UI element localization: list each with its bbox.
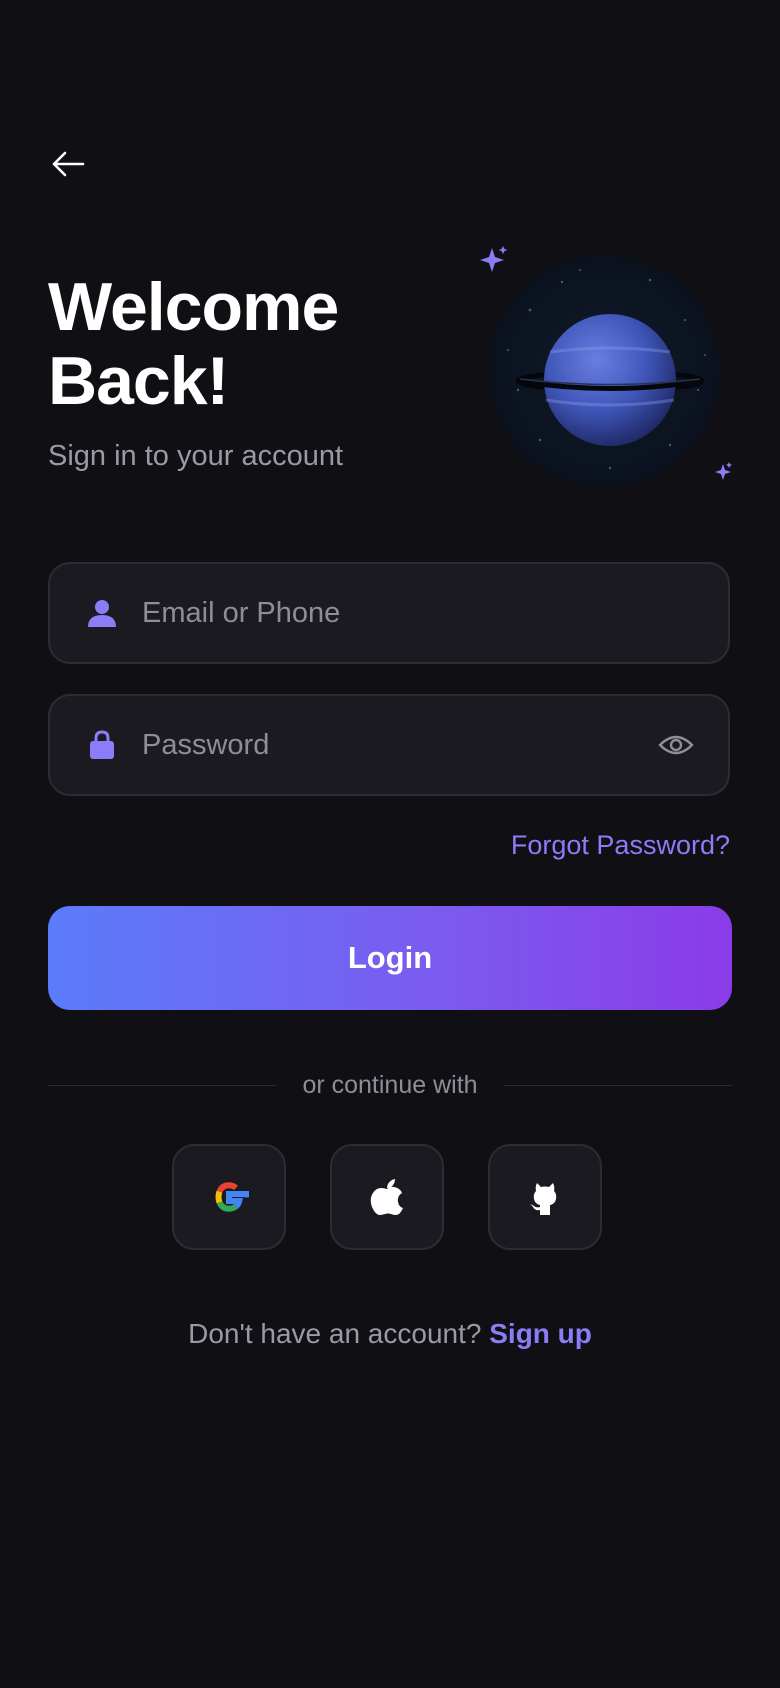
planet-illustration: [470, 240, 750, 490]
apple-icon: [370, 1179, 403, 1215]
login-screen: Welcome Back! Sign in to your account Em…: [0, 0, 780, 1688]
apple-login-button[interactable]: [330, 1144, 444, 1250]
login-button[interactable]: Login: [48, 906, 732, 1010]
sparkle-icon: [480, 246, 508, 272]
forgot-password-link[interactable]: Forgot Password?: [511, 830, 730, 861]
page-subtitle: Sign in to your account: [48, 440, 344, 472]
email-field[interactable]: Email or Phone: [48, 562, 730, 664]
signup-prompt: Don't have an account? Sign up: [0, 1318, 780, 1350]
arrow-left-icon: [52, 151, 85, 177]
divider: or continue with: [48, 1068, 733, 1102]
divider-line-right: [503, 1084, 733, 1086]
signup-prompt-text: Don't have an account?: [188, 1318, 482, 1349]
back-button[interactable]: [44, 140, 92, 188]
title-line-2: Back!: [48, 343, 229, 419]
github-login-button[interactable]: [488, 1144, 602, 1250]
eye-icon[interactable]: [654, 723, 698, 767]
signup-link[interactable]: Sign up: [489, 1318, 592, 1349]
lock-icon: [82, 725, 122, 765]
divider-line-left: [48, 1084, 277, 1086]
password-field[interactable]: Password: [48, 694, 730, 796]
sparkle-small-icon: [715, 462, 732, 480]
page-title: Welcome Back!: [48, 270, 408, 418]
social-login-row: [172, 1144, 602, 1250]
title-line-1: Welcome: [48, 269, 339, 345]
github-icon: [530, 1183, 557, 1215]
user-icon: [82, 593, 122, 633]
password-placeholder: Password: [142, 728, 270, 761]
divider-label: or continue with: [302, 1070, 478, 1099]
email-placeholder: Email or Phone: [142, 596, 341, 629]
google-icon: [215, 1182, 249, 1212]
google-login-button[interactable]: [172, 1144, 286, 1250]
